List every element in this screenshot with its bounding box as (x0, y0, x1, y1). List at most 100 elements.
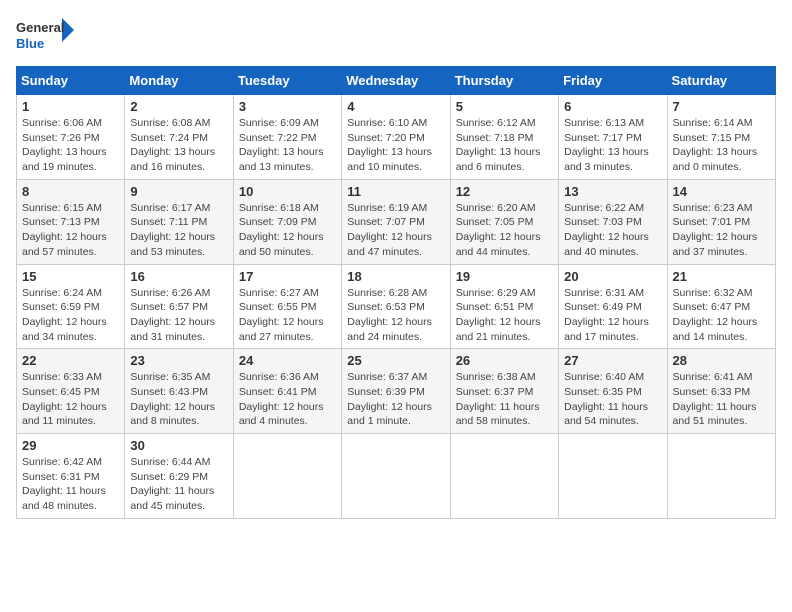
day-cell-2: 2 Sunrise: 6:08 AMSunset: 7:24 PMDaylight… (125, 95, 233, 180)
day-cell-12: 12 Sunrise: 6:20 AMSunset: 7:05 PMDayligh… (450, 179, 558, 264)
day-cell-7: 7Sunrise: 6:14 AMSunset: 7:15 PMDaylight… (667, 95, 775, 180)
day-number: 11 (347, 184, 444, 199)
day-cell-6: 6 Sunrise: 6:13 AMSunset: 7:17 PMDaylight… (559, 95, 667, 180)
day-number: 15 (22, 269, 119, 284)
day-number: 14 (673, 184, 770, 199)
day-number: 2 (130, 99, 227, 114)
day-info: Sunrise: 6:23 AMSunset: 7:01 PMDaylight:… (673, 201, 770, 260)
day-cell-25: 25 Sunrise: 6:37 AMSunset: 6:39 PMDayligh… (342, 349, 450, 434)
day-number: 6 (564, 99, 661, 114)
day-cell-22: 22 Sunrise: 6:33 AMSunset: 6:45 PMDayligh… (17, 349, 125, 434)
empty-cell (667, 434, 775, 519)
day-cell-9: 9 Sunrise: 6:17 AMSunset: 7:11 PMDaylight… (125, 179, 233, 264)
day-number: 19 (456, 269, 553, 284)
day-number: 8 (22, 184, 119, 199)
day-number: 7 (673, 99, 770, 114)
day-info: Sunrise: 6:33 AMSunset: 6:45 PMDaylight:… (22, 370, 119, 429)
day-number: 16 (130, 269, 227, 284)
day-cell-13: 13 Sunrise: 6:22 AMSunset: 7:03 PMDayligh… (559, 179, 667, 264)
day-number: 5 (456, 99, 553, 114)
day-number: 27 (564, 353, 661, 368)
day-info: Sunrise: 6:12 AMSunset: 7:18 PMDaylight:… (456, 116, 553, 175)
day-info: Sunrise: 6:08 AMSunset: 7:24 PMDaylight:… (130, 116, 227, 175)
day-cell-27: 27 Sunrise: 6:40 AMSunset: 6:35 PMDayligh… (559, 349, 667, 434)
week-row-2: 8 Sunrise: 6:15 AMSunset: 7:13 PMDaylight… (17, 179, 776, 264)
day-info: Sunrise: 6:42 AMSunset: 6:31 PMDaylight:… (22, 455, 119, 514)
day-info: Sunrise: 6:36 AMSunset: 6:41 PMDaylight:… (239, 370, 336, 429)
day-cell-18: 18 Sunrise: 6:28 AMSunset: 6:53 PMDayligh… (342, 264, 450, 349)
day-info: Sunrise: 6:27 AMSunset: 6:55 PMDaylight:… (239, 286, 336, 345)
day-info: Sunrise: 6:28 AMSunset: 6:53 PMDaylight:… (347, 286, 444, 345)
column-header-saturday: Saturday (667, 67, 775, 95)
day-info: Sunrise: 6:35 AMSunset: 6:43 PMDaylight:… (130, 370, 227, 429)
empty-cell (559, 434, 667, 519)
week-row-5: 29 Sunrise: 6:42 AMSunset: 6:31 PMDayligh… (17, 434, 776, 519)
day-number: 12 (456, 184, 553, 199)
day-info: Sunrise: 6:44 AMSunset: 6:29 PMDaylight:… (130, 455, 227, 514)
day-number: 4 (347, 99, 444, 114)
day-cell-1: 1 Sunrise: 6:06 AMSunset: 7:26 PMDaylight… (17, 95, 125, 180)
logo: GeneralBlue (16, 16, 76, 58)
day-number: 1 (22, 99, 119, 114)
day-info: Sunrise: 6:41 AMSunset: 6:33 PMDaylight:… (673, 370, 770, 429)
svg-text:Blue: Blue (16, 36, 44, 51)
day-number: 3 (239, 99, 336, 114)
day-cell-29: 29 Sunrise: 6:42 AMSunset: 6:31 PMDayligh… (17, 434, 125, 519)
day-number: 20 (564, 269, 661, 284)
header-row: SundayMondayTuesdayWednesdayThursdayFrid… (17, 67, 776, 95)
day-info: Sunrise: 6:29 AMSunset: 6:51 PMDaylight:… (456, 286, 553, 345)
day-info: Sunrise: 6:38 AMSunset: 6:37 PMDaylight:… (456, 370, 553, 429)
day-number: 24 (239, 353, 336, 368)
day-number: 28 (673, 353, 770, 368)
day-info: Sunrise: 6:19 AMSunset: 7:07 PMDaylight:… (347, 201, 444, 260)
day-cell-20: 20 Sunrise: 6:31 AMSunset: 6:49 PMDayligh… (559, 264, 667, 349)
day-info: Sunrise: 6:40 AMSunset: 6:35 PMDaylight:… (564, 370, 661, 429)
day-number: 21 (673, 269, 770, 284)
day-number: 23 (130, 353, 227, 368)
day-cell-26: 26Sunrise: 6:38 AMSunset: 6:37 PMDayligh… (450, 349, 558, 434)
column-header-thursday: Thursday (450, 67, 558, 95)
day-info: Sunrise: 6:26 AMSunset: 6:57 PMDaylight:… (130, 286, 227, 345)
column-header-wednesday: Wednesday (342, 67, 450, 95)
day-info: Sunrise: 6:22 AMSunset: 7:03 PMDaylight:… (564, 201, 661, 260)
day-info: Sunrise: 6:13 AMSunset: 7:17 PMDaylight:… (564, 116, 661, 175)
day-info: Sunrise: 6:37 AMSunset: 6:39 PMDaylight:… (347, 370, 444, 429)
day-cell-30: 30 Sunrise: 6:44 AMSunset: 6:29 PMDayligh… (125, 434, 233, 519)
day-info: Sunrise: 6:06 AMSunset: 7:26 PMDaylight:… (22, 116, 119, 175)
day-number: 29 (22, 438, 119, 453)
day-number: 22 (22, 353, 119, 368)
column-header-friday: Friday (559, 67, 667, 95)
header: GeneralBlue (16, 16, 776, 58)
day-cell-21: 21Sunrise: 6:32 AMSunset: 6:47 PMDayligh… (667, 264, 775, 349)
day-number: 18 (347, 269, 444, 284)
day-cell-24: 24 Sunrise: 6:36 AMSunset: 6:41 PMDayligh… (233, 349, 341, 434)
day-cell-28: 28 Sunrise: 6:41 AMSunset: 6:33 PMDayligh… (667, 349, 775, 434)
day-info: Sunrise: 6:15 AMSunset: 7:13 PMDaylight:… (22, 201, 119, 260)
day-cell-8: 8 Sunrise: 6:15 AMSunset: 7:13 PMDaylight… (17, 179, 125, 264)
empty-cell (342, 434, 450, 519)
week-row-4: 22 Sunrise: 6:33 AMSunset: 6:45 PMDayligh… (17, 349, 776, 434)
day-info: Sunrise: 6:24 AMSunset: 6:59 PMDaylight:… (22, 286, 119, 345)
day-cell-17: 17Sunrise: 6:27 AMSunset: 6:55 PMDayligh… (233, 264, 341, 349)
calendar-table: SundayMondayTuesdayWednesdayThursdayFrid… (16, 66, 776, 519)
day-info: Sunrise: 6:31 AMSunset: 6:49 PMDaylight:… (564, 286, 661, 345)
day-info: Sunrise: 6:20 AMSunset: 7:05 PMDaylight:… (456, 201, 553, 260)
day-cell-3: 3 Sunrise: 6:09 AMSunset: 7:22 PMDaylight… (233, 95, 341, 180)
day-number: 30 (130, 438, 227, 453)
svg-text:General: General (16, 20, 64, 35)
day-info: Sunrise: 6:17 AMSunset: 7:11 PMDaylight:… (130, 201, 227, 260)
day-info: Sunrise: 6:09 AMSunset: 7:22 PMDaylight:… (239, 116, 336, 175)
week-row-3: 15 Sunrise: 6:24 AMSunset: 6:59 PMDayligh… (17, 264, 776, 349)
day-number: 13 (564, 184, 661, 199)
day-number: 9 (130, 184, 227, 199)
column-header-sunday: Sunday (17, 67, 125, 95)
day-number: 10 (239, 184, 336, 199)
empty-cell (450, 434, 558, 519)
day-cell-10: 10Sunrise: 6:18 AMSunset: 7:09 PMDayligh… (233, 179, 341, 264)
day-cell-16: 16 Sunrise: 6:26 AMSunset: 6:57 PMDayligh… (125, 264, 233, 349)
column-header-monday: Monday (125, 67, 233, 95)
day-number: 25 (347, 353, 444, 368)
day-cell-23: 23 Sunrise: 6:35 AMSunset: 6:43 PMDayligh… (125, 349, 233, 434)
day-cell-19: 19 Sunrise: 6:29 AMSunset: 6:51 PMDayligh… (450, 264, 558, 349)
week-row-1: 1 Sunrise: 6:06 AMSunset: 7:26 PMDaylight… (17, 95, 776, 180)
